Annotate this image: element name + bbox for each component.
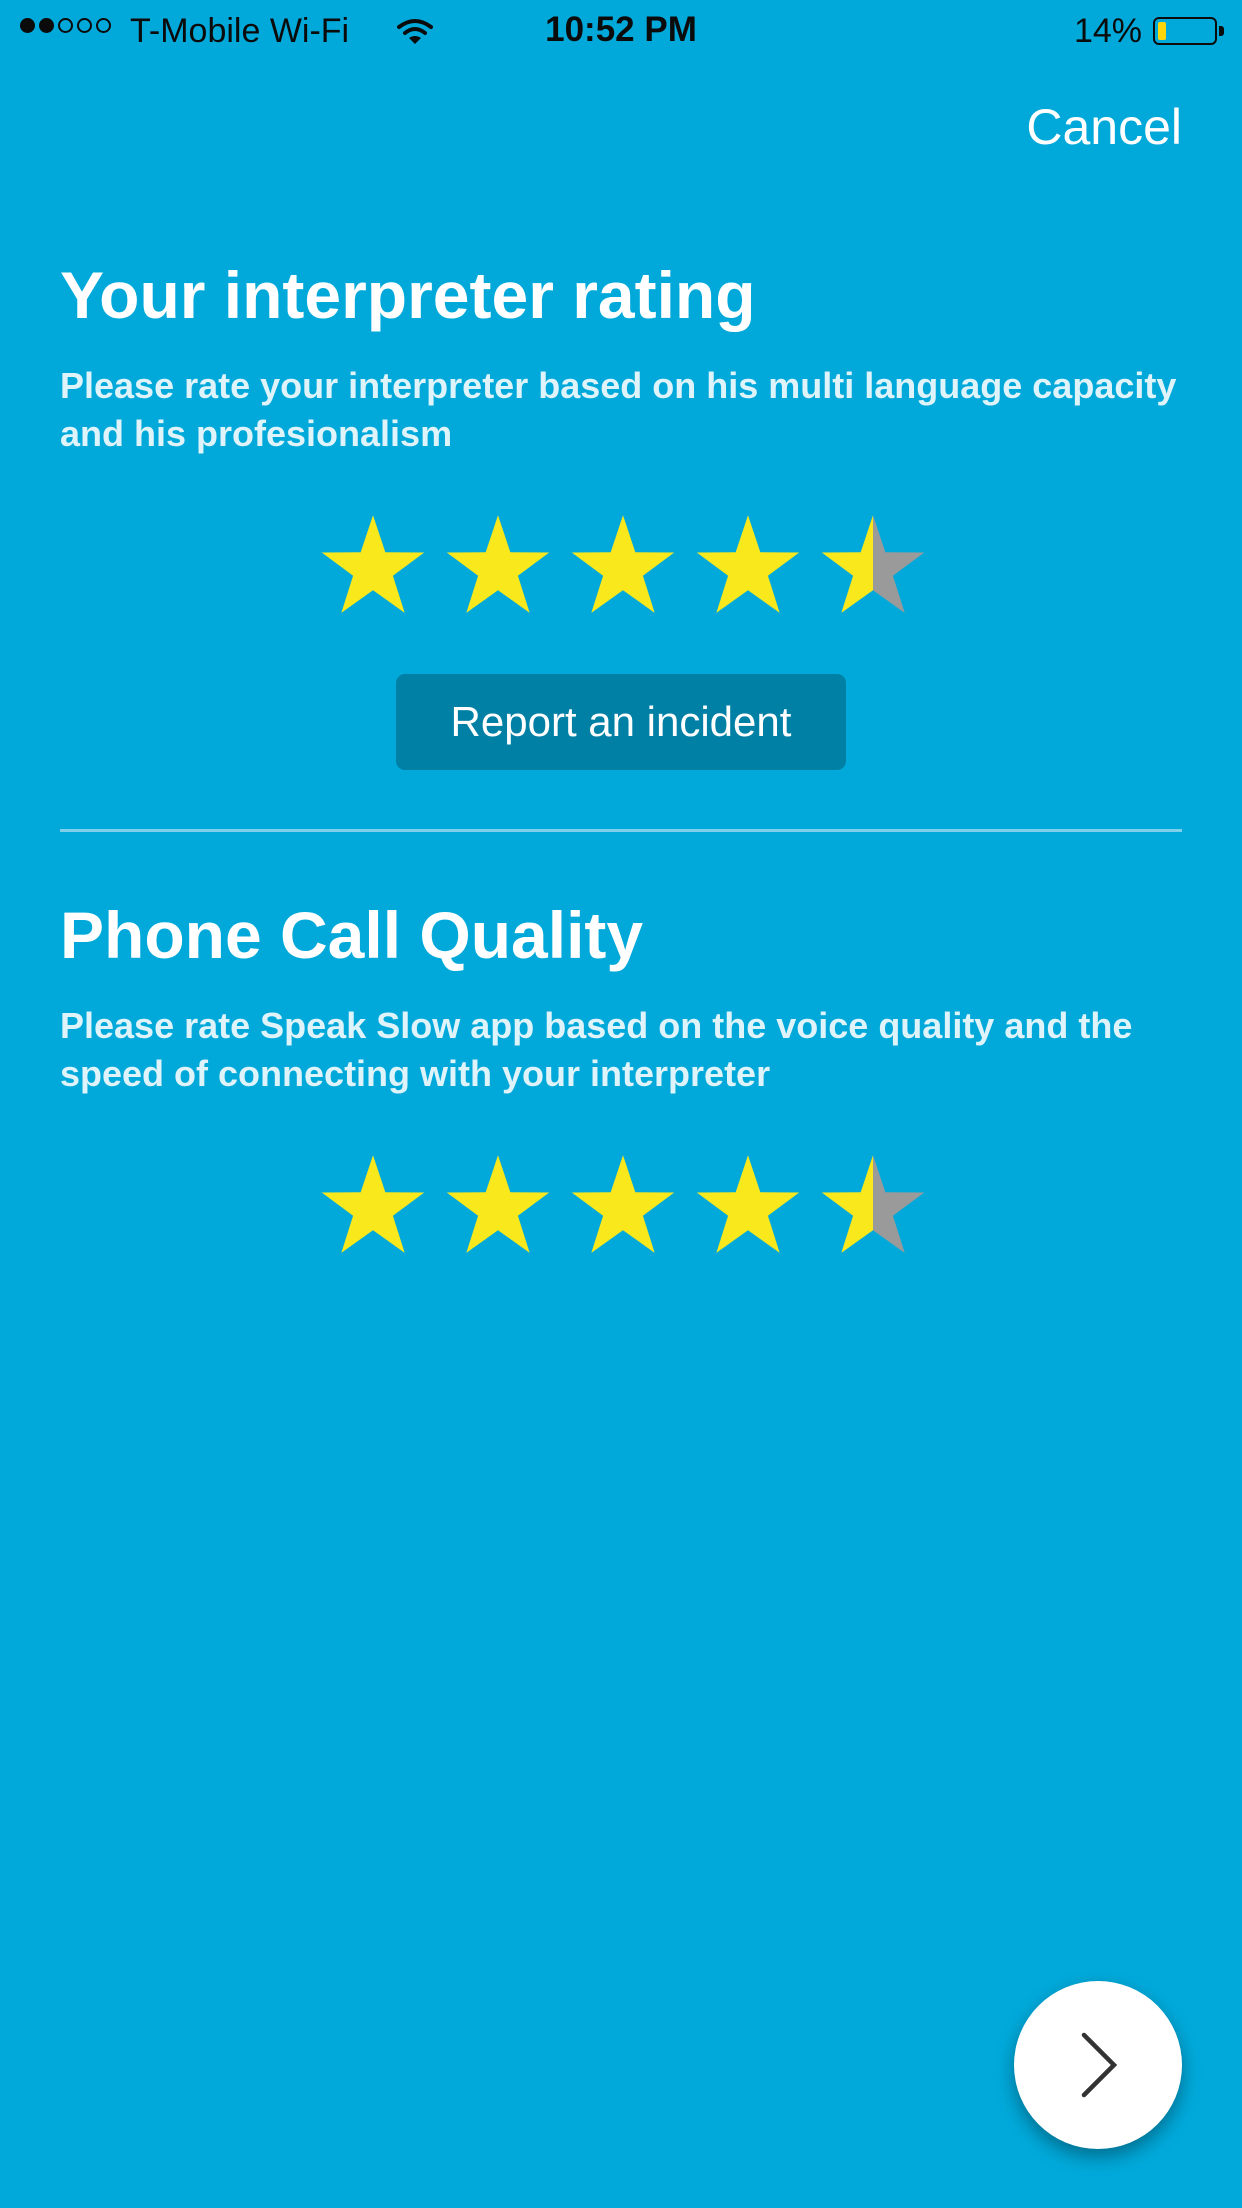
battery-terminal: [1219, 26, 1224, 36]
star-icon[interactable]: [818, 512, 928, 622]
star-icon[interactable]: [693, 512, 803, 622]
battery-level-fill: [1158, 22, 1166, 40]
status-bar: T-Mobile Wi-Fi 10:52 PM 14%: [0, 0, 1242, 62]
star-icon[interactable]: [318, 1152, 428, 1262]
call-quality-star-rating[interactable]: [318, 1152, 928, 1270]
star-icon[interactable]: [693, 1152, 803, 1262]
battery-percentage: 14%: [1073, 12, 1142, 50]
cancel-button[interactable]: Cancel: [1026, 98, 1182, 156]
call-quality-title: Phone Call Quality: [60, 898, 644, 972]
star-icon[interactable]: [318, 512, 428, 622]
star-icon[interactable]: [443, 1152, 553, 1262]
section-divider: [60, 829, 1182, 832]
interpreter-rating-description: Please rate your interpreter based on hi…: [60, 365, 1177, 454]
star-icon[interactable]: [568, 1152, 678, 1262]
chevron-right-icon: [1081, 2032, 1118, 2098]
interpreter-star-rating[interactable]: [318, 512, 928, 630]
interpreter-rating-title: Your interpreter rating: [60, 258, 756, 332]
clock-time: 10:52 PM: [545, 10, 697, 49]
star-icon[interactable]: [568, 512, 678, 622]
call-quality-description: Please rate Speak Slow app based on the …: [60, 1005, 1133, 1094]
next-button[interactable]: [1014, 1981, 1182, 2149]
battery-icon: [1153, 17, 1217, 45]
report-incident-button[interactable]: Report an incident: [396, 674, 846, 770]
star-icon[interactable]: [443, 512, 553, 622]
star-icon[interactable]: [818, 1152, 928, 1262]
